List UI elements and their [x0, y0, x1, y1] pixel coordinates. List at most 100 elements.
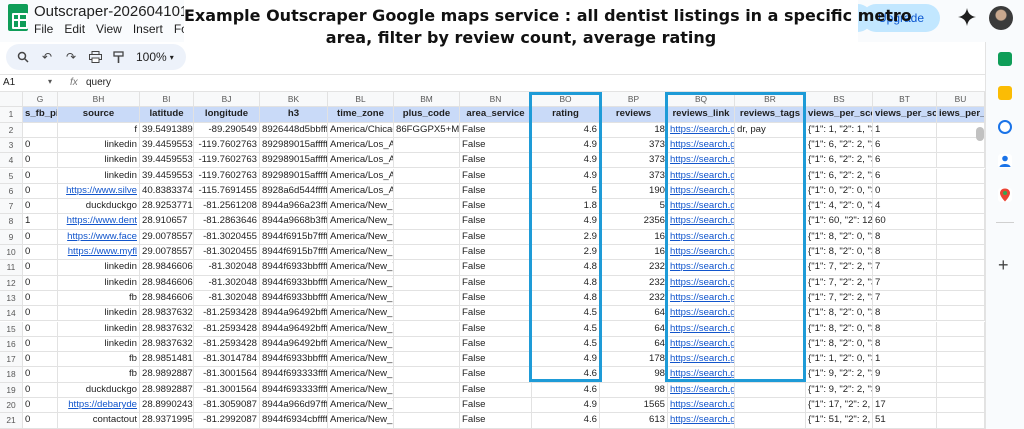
grid-cell[interactable]: 8	[873, 321, 937, 337]
grid-cell[interactable]	[23, 122, 58, 138]
grid-cell[interactable]: 28.9892887	[140, 382, 194, 398]
grid-cell[interactable]	[937, 413, 985, 429]
grid-cell[interactable]: America/New_York	[328, 382, 394, 398]
grid-cell[interactable]	[937, 275, 985, 291]
grid-cell[interactable]: 8	[873, 245, 937, 261]
grid-cell[interactable]: {"1": 7, "2": 2, "3"	[806, 290, 873, 307]
grid-cell[interactable]: 18	[600, 122, 668, 138]
grid-cell[interactable]: 28.9846606	[140, 260, 194, 276]
grid-cell[interactable]: {"1": 6, "2": 2, "3"	[806, 153, 873, 169]
grid-cell[interactable]: https://search.google.com/local/re	[668, 199, 735, 215]
grid-cell[interactable]: 8944f6933bbffff	[260, 352, 328, 368]
grid-cell[interactable]: 8928a6d544fffff	[260, 183, 328, 200]
grid-cell[interactable]: 613	[600, 413, 668, 429]
menu-file[interactable]: File	[34, 22, 53, 36]
grid-cell[interactable]	[394, 260, 460, 276]
grid-cell[interactable]	[735, 137, 806, 154]
grid-cell[interactable]: {"1": 6, "2": 2, "3"	[806, 168, 873, 184]
grid-cell[interactable]	[937, 183, 985, 200]
grid-cell[interactable]	[735, 321, 806, 337]
grid-cell[interactable]: 0	[23, 260, 58, 276]
grid-cell[interactable]: linkedin	[58, 275, 140, 291]
grid-cell[interactable]	[394, 398, 460, 414]
grid-cell[interactable]: {"1": 7, "2": 2, "3"	[806, 275, 873, 291]
grid-cell[interactable]	[937, 199, 985, 215]
column-header[interactable]: BN	[460, 92, 532, 108]
grid-cell[interactable]: 8944f6933bbffff	[260, 260, 328, 276]
grid-cell[interactable]: False	[460, 214, 532, 230]
grid-cell[interactable]: -81.3020455	[194, 229, 260, 245]
grid-cell[interactable]: -81.2593428	[194, 336, 260, 353]
grid-cell[interactable]: False	[460, 290, 532, 307]
grid-cell[interactable]: 9	[873, 382, 937, 398]
grid-cell[interactable]: 1	[873, 352, 937, 368]
grid-cell[interactable]: 4.8	[532, 290, 600, 307]
search-icon[interactable]	[16, 50, 30, 64]
grid-cell[interactable]	[735, 336, 806, 353]
row-number[interactable]: 9	[0, 229, 23, 245]
grid-cell[interactable]: https://www.face	[58, 229, 140, 245]
grid-cell[interactable]: fb	[58, 367, 140, 383]
grid-cell[interactable]	[394, 321, 460, 337]
select-all-corner[interactable]	[0, 92, 23, 108]
grid-cell[interactable]	[937, 306, 985, 322]
grid-cell[interactable]: 4.9	[532, 168, 600, 184]
grid-cell[interactable]	[937, 352, 985, 368]
grid-cell[interactable]: 4.9	[532, 137, 600, 154]
grid-cell[interactable]: -81.3014784	[194, 352, 260, 368]
grid-cell[interactable]: 373	[600, 168, 668, 184]
grid-cell[interactable]: 4.6	[532, 122, 600, 138]
grid-cell[interactable]: 2.9	[532, 229, 600, 245]
grid-cell[interactable]: duckduckgo	[58, 382, 140, 398]
grid-cell[interactable]: dr, pay	[735, 122, 806, 138]
grid-cell[interactable]: 28.9892887	[140, 367, 194, 383]
grid-cell[interactable]: -119.7602763	[194, 153, 260, 169]
column-header[interactable]: G	[23, 92, 58, 108]
grid-cell[interactable]: False	[460, 168, 532, 184]
grid-cell[interactable]	[735, 367, 806, 383]
grid-cell[interactable]: 16	[600, 245, 668, 261]
grid-cell[interactable]: 16	[600, 229, 668, 245]
document-title[interactable]: Outscraper-202604101242	[34, 3, 186, 20]
grid-cell[interactable]: 8944f6915b7ffff	[260, 245, 328, 261]
tasks-icon[interactable]	[998, 120, 1012, 134]
grid-cell[interactable]: 64	[600, 321, 668, 337]
row-number[interactable]: 2	[0, 122, 23, 138]
grid-cell[interactable]	[937, 260, 985, 276]
grid-cell[interactable]: https://search.google.com/local/re	[668, 137, 735, 154]
grid-cell[interactable]: 0	[23, 229, 58, 245]
row-number[interactable]: 6	[0, 183, 23, 200]
grid-cell[interactable]: 4.6	[532, 413, 600, 429]
grid-cell[interactable]: 7	[873, 275, 937, 291]
grid-cell[interactable]: 28.9371995	[140, 413, 194, 429]
grid-cell[interactable]: linkedin	[58, 168, 140, 184]
grid-cell[interactable]: 8926448d5bbffff	[260, 122, 328, 138]
grid-cell[interactable]: https://search.google.com/local/re	[668, 153, 735, 169]
grid-cell[interactable]: America/Los_Angeles	[328, 168, 394, 184]
header-cell[interactable]: iews_per_	[937, 107, 985, 123]
grid-cell[interactable]: 4.5	[532, 321, 600, 337]
grid-cell[interactable]: {"1": 9, "2": 2, "3"	[806, 367, 873, 383]
grid-cell[interactable]: False	[460, 336, 532, 353]
grid-cell[interactable]: fb	[58, 290, 140, 307]
grid-cell[interactable]: 5	[532, 183, 600, 200]
grid-cell[interactable]: {"1": 8, "2": 0, "3"	[806, 321, 873, 337]
grid-cell[interactable]: 8944a9668b3ffff	[260, 214, 328, 230]
grid-cell[interactable]: 892989015afffff	[260, 168, 328, 184]
grid-cell[interactable]: 64	[600, 336, 668, 353]
header-cell[interactable]: longitude	[194, 107, 260, 123]
grid-cell[interactable]: America/New_York	[328, 260, 394, 276]
grid-cell[interactable]: 0	[23, 275, 58, 291]
grid-cell[interactable]	[735, 352, 806, 368]
grid-cell[interactable]	[394, 153, 460, 169]
header-cell[interactable]: latitude	[140, 107, 194, 123]
grid-cell[interactable]: 0	[23, 321, 58, 337]
grid-cell[interactable]	[735, 214, 806, 230]
row-number[interactable]: 13	[0, 290, 23, 307]
grid-cell[interactable]: https://www.myfl	[58, 245, 140, 261]
grid-cell[interactable]: 232	[600, 290, 668, 307]
paint-format-icon[interactable]	[112, 50, 126, 64]
grid-cell[interactable]: 28.9851481	[140, 352, 194, 368]
chevron-down-icon[interactable]: ▾	[48, 77, 52, 86]
grid-cell[interactable]: America/New_York	[328, 245, 394, 261]
